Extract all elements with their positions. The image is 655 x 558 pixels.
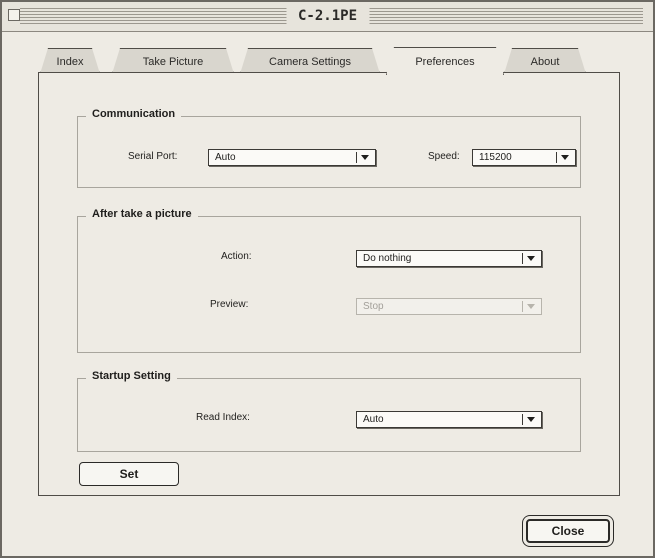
after-picture-title: After take a picture xyxy=(86,208,198,220)
action-select[interactable]: Do nothing xyxy=(356,250,542,267)
preview-select[interactable]: Stop xyxy=(356,298,542,315)
communication-group: Communication Serial Port: Auto Speed: 1… xyxy=(77,108,581,188)
app-window: C-2.1PE Index Take Picture Camera Settin… xyxy=(0,0,655,558)
chevron-down-icon xyxy=(356,152,373,163)
preview-label: Preview: xyxy=(210,299,249,310)
speed-value: 115200 xyxy=(479,152,512,163)
startup-group: Startup Setting Read Index: Auto xyxy=(77,370,581,452)
startup-title: Startup Setting xyxy=(86,370,177,382)
close-button[interactable]: Close xyxy=(526,519,610,543)
preferences-panel: Communication Serial Port: Auto Speed: 1… xyxy=(38,72,620,496)
tab-take-picture[interactable]: Take Picture xyxy=(112,48,234,74)
set-button[interactable]: Set xyxy=(79,462,179,486)
chevron-down-icon xyxy=(556,152,573,163)
serial-port-label: Serial Port: xyxy=(128,151,178,162)
chevron-down-icon xyxy=(522,414,539,425)
speed-select[interactable]: 115200 xyxy=(472,149,576,166)
after-picture-group: After take a picture Action: Do nothing … xyxy=(77,208,581,353)
preview-value: Stop xyxy=(363,301,384,312)
tab-index[interactable]: Index xyxy=(40,48,100,74)
communication-title: Communication xyxy=(86,108,182,120)
read-index-label: Read Index: xyxy=(196,412,250,423)
read-index-select[interactable]: Auto xyxy=(356,411,542,428)
window-title: C-2.1PE xyxy=(285,6,370,26)
speed-label: Speed: xyxy=(428,151,460,162)
close-box-icon[interactable] xyxy=(8,9,20,21)
action-label: Action: xyxy=(221,251,252,262)
tab-camera-settings[interactable]: Camera Settings xyxy=(240,48,380,74)
action-value: Do nothing xyxy=(363,253,412,264)
read-index-value: Auto xyxy=(363,414,384,425)
chevron-down-icon xyxy=(522,301,539,312)
chevron-down-icon xyxy=(522,253,539,264)
tab-preferences[interactable]: Preferences xyxy=(386,47,504,75)
serial-port-select[interactable]: Auto xyxy=(208,149,376,166)
title-bar[interactable]: C-2.1PE xyxy=(2,2,653,32)
serial-port-value: Auto xyxy=(215,152,236,163)
tab-about[interactable]: About xyxy=(504,48,586,74)
